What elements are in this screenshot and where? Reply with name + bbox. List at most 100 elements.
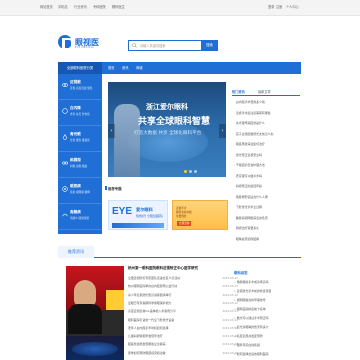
sidebar-item-cataract[interactable]: 白内障 老年 先天 外伤性 (58, 100, 102, 126)
news-photo[interactable] (66, 266, 124, 360)
nav-category-button[interactable]: 全部眼科医院分类 (58, 62, 102, 74)
list-item[interactable]: 角膜塑形镜适合什么人群 (234, 195, 300, 199)
tab-latest[interactable]: 最新文章 (258, 88, 271, 96)
sidebar-item-links[interactable]: 近视 高度近视 假性 (70, 86, 92, 90)
row-title[interactable]: 青少年近视防控知识讲座圆满举行 (128, 293, 210, 297)
sidebar-item-glaucoma[interactable]: 青光眼 急性 慢性 继发性 (58, 126, 102, 152)
ad-promo-badge[interactable]: 立即咨询 (177, 221, 192, 226)
main-nav: 全部眼科医院分类 首页 资讯 商城 (58, 62, 301, 74)
photo-shirt (68, 304, 102, 334)
table-row[interactable]: 杭州眼科医院举办白内障复明公益行动 2019-05-13 (128, 284, 238, 290)
list-item[interactable]: 白内障手术费用多少钱 (234, 100, 300, 104)
photo-stage (72, 342, 118, 356)
table-row[interactable]: 眼底检查能发现哪些全身疾病 2019-05-09 (128, 342, 238, 348)
ad-promo[interactable]: 近视手术 眼科专家在线 免费预约 立即咨询 (172, 200, 228, 230)
toplink-login[interactable]: 登录 (268, 4, 274, 10)
sidebar-item-cornea[interactable]: 角膜病 角膜炎 圆锥角膜 (58, 204, 102, 230)
table-row[interactable]: 眼科医院引进新一代全飞秒激光设备 2019-05-11 (128, 318, 238, 324)
photo-face (74, 280, 96, 306)
list-item[interactable]: 眼科专家在线答疑 (234, 343, 300, 347)
sidebar-item-links[interactable]: 角膜炎 圆锥角膜 (70, 216, 89, 220)
list-item[interactable]: 干眼症的日常护理方法 (234, 163, 300, 167)
row-title[interactable]: 儿童斜视弱视早发现早治疗 (128, 334, 210, 338)
list-item[interactable]: 眼睛疲劳如何缓解 (234, 237, 300, 241)
target-icon (62, 186, 68, 192)
banner-next-icon[interactable]: › (219, 124, 226, 138)
sidebar-item-links[interactable]: 黄斑 视网膜 糖网 (70, 190, 90, 194)
banner-dot[interactable] (189, 170, 192, 173)
search-input[interactable] (129, 41, 203, 50)
toplink-register[interactable]: 注册 (276, 4, 282, 10)
banner-dot[interactable] (194, 170, 197, 173)
logo-icon (58, 35, 73, 50)
table-row[interactable]: 青少年近视防控知识讲座圆满举行 2019-05-12 (128, 293, 238, 299)
section-recommend-news: 推荐资讯 (58, 246, 301, 258)
row-title[interactable]: 杭州眼科医院举办白内障复明公益行动 (128, 284, 210, 288)
ad-promo-text: 近视手术 眼科专家在线 免费预约 (176, 207, 192, 218)
nav-item-mall[interactable]: 商城 (136, 62, 143, 74)
photo-sign (106, 290, 124, 310)
search-button[interactable]: 搜索 (201, 40, 218, 51)
table-row[interactable]: 爱眼日专家提醒科学用眼保护视力 2019-05-12 (128, 301, 238, 307)
right-section-title: 眼科动态 (234, 271, 248, 275)
sidebar-item-links[interactable]: 斜视 弱视 眼震 (70, 164, 87, 168)
list-item[interactable]: 如何选择合适的眼科医院 (234, 352, 300, 356)
row-title[interactable]: 爱眼日专家提醒科学用眼保护视力 (128, 301, 210, 305)
list-item[interactable]: 激光矫正近视安全吗 (234, 153, 300, 157)
toplink-doctor[interactable]: 眼科医生 (112, 4, 125, 10)
toplink-home[interactable]: 网站首页 (40, 4, 53, 10)
sidebar-item-links[interactable]: 老年 先天 外伤性 (70, 112, 90, 116)
row-title[interactable]: 老年人白内障手术时机如何选择 (128, 326, 210, 330)
row-title[interactable]: 夏季如何预防眼部感染和过敏 (128, 351, 210, 355)
list-item[interactable]: 蓝光对眼睛的伤害有多大 (234, 325, 300, 329)
sidebar-item-fundus[interactable]: 眼底病 黄斑 视网膜 糖网 (58, 178, 102, 204)
toplink-hospital[interactable]: 专科医院 (93, 4, 106, 10)
table-row[interactable]: 高度近视患者ICL晶体植入术案例分享 2019-05-11 (128, 309, 238, 315)
list-item[interactable]: 斜视矫正的最佳年龄 (234, 184, 300, 188)
hero-banner[interactable]: 浙江爱尔眼科 共享全球眼科智慧 打造大数据 共享 全球化眼科平台 ‹ › (108, 82, 226, 177)
list-item[interactable]: 飞秒激光手术全过程 (234, 205, 300, 209)
table-row[interactable]: 夏季如何预防眼部感染和过敏 2019-05-09 (128, 351, 238, 357)
list-item[interactable]: 青光眼早期症状是什么 (234, 121, 300, 125)
toplink-news[interactable]: 行业资讯 (74, 4, 87, 10)
table-row[interactable]: 儿童斜视弱视早发现早治疗 2019-05-10 (128, 334, 238, 340)
category-sidebar: 近视眼 近视 高度近视 假性 白内障 老年 先天 外伤性 青光眼 急性 慢性 继… (58, 74, 102, 234)
list-item[interactable]: 近视激光手术前的检查项目 (234, 289, 300, 293)
sidebar-item-myopia[interactable]: 近视眼 近视 高度近视 假性 (58, 74, 102, 100)
list-item[interactable]: 高度近视并发症预防 (234, 334, 300, 338)
sidebar-item-strabismus[interactable]: 斜弱视 斜视 弱视 眼震 (58, 152, 102, 178)
nav-item-home[interactable]: 首页 (108, 62, 115, 74)
section-title: 推荐资讯 (58, 246, 94, 258)
list-item[interactable]: 角膜移植手术成功率高吗 (234, 280, 300, 284)
nav-item-news[interactable]: 资讯 (122, 62, 129, 74)
eye-icon (62, 83, 68, 87)
news-headline[interactable]: 杭州第一眼科医院眼科近视矫正中心医学研究 (128, 266, 198, 271)
row-date: 2019-05-12 (222, 292, 238, 297)
banner-prev-icon[interactable]: ‹ (108, 124, 115, 138)
table-row[interactable]: 全国近视防控专家团队走进社区义诊活动 2019-05-13 (128, 276, 238, 282)
list-item[interactable]: 孩子近视度数增长太快怎么办 (234, 132, 300, 136)
sidebar-item-links[interactable]: 急性 慢性 继发性 (70, 138, 90, 142)
list-item[interactable]: 眼科医院排名前十名单 (234, 307, 300, 311)
row-title[interactable]: 眼科医院引进新一代全飞秒激光设备 (128, 318, 210, 322)
ad-band (112, 223, 164, 228)
drop-icon (62, 134, 68, 140)
list-item[interactable]: 老花眼可以做手术吗 (234, 174, 300, 178)
list-item[interactable]: 眼底黄斑病变如何治疗 (234, 142, 300, 146)
site-logo[interactable]: 眼视医 (58, 32, 108, 52)
row-title[interactable]: 高度近视患者ICL晶体植入术案例分享 (128, 309, 210, 313)
tab-hot-news[interactable]: 热门资讯 (232, 88, 245, 96)
row-title[interactable]: 眼底检查能发现哪些全身疾病 (128, 342, 210, 346)
banner-subtitle: 打造大数据 共享 全球化眼科平台 (134, 131, 202, 136)
list-item[interactable]: 近视手术后注意事项有哪些 (234, 111, 300, 115)
list-item[interactable]: 弱视治疗需要多久 (234, 226, 300, 230)
list-item[interactable]: 视网膜脱离的早期信号 (234, 298, 300, 302)
list-item[interactable]: 散光可以通过手术矫正吗 (234, 316, 300, 320)
ad-eye-hospital[interactable]: EYE 爱尔眼科 预约挂号 全国连锁医院 (108, 200, 168, 230)
list-item[interactable]: 糖尿病视网膜病变的危害 (234, 216, 300, 220)
table-row[interactable]: 老年人白内障手术时机如何选择 2019-05-10 (128, 326, 238, 332)
toplink-mobile[interactable]: 手机站 (58, 4, 68, 10)
row-title[interactable]: 全国近视防控专家团队走进社区义诊活动 (128, 276, 210, 280)
toplink-user-center[interactable]: 个人中心 (286, 4, 299, 10)
banner-dot[interactable] (184, 170, 187, 173)
